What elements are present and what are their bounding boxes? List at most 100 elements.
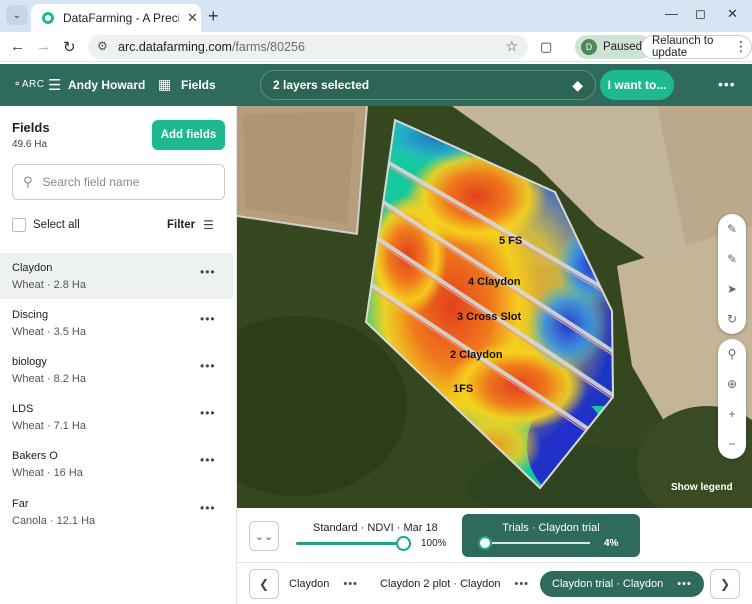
layer-panel: ⌄⌄ Standard · NDVI · Mar 18 100% Trials … [237, 508, 752, 563]
browser-tab-strip: ⌄ DataFarming - A Precision Agric ✕ + — … [0, 0, 752, 32]
url-path: /farms/80256 [231, 40, 305, 54]
trials-layer-card[interactable]: Trials · Claydon trial 4% [462, 514, 640, 557]
standard-opacity-track[interactable] [296, 542, 406, 545]
plot-label: 1FS [453, 383, 473, 395]
tab-close-icon[interactable]: ✕ [187, 10, 198, 26]
extensions-icon[interactable]: ▢ [540, 39, 552, 55]
app-window: { "browser": { "tab_title": "DataFarming… [0, 0, 752, 604]
zoom-search-icon[interactable]: ⚲ [718, 339, 746, 369]
plot-label: 3 Cross Slot [457, 311, 522, 323]
app-header: ⚬ARC ☰ Andy Howard ▦ Fields 2 layers sel… [0, 64, 752, 106]
map-canvas[interactable]: 5 FS 4 Claydon 3 Cross Slot 2 Claydon 1F… [237, 106, 752, 508]
plot-label: 2 Claydon [450, 349, 503, 361]
plot-label: 4 Claydon [468, 276, 521, 288]
trial-chip-options-icon[interactable]: ••• [514, 578, 529, 590]
select-all-checkbox[interactable]: Select all [12, 218, 80, 232]
field-row[interactable]: Far Canola · 12.1 Ha ••• [0, 489, 233, 535]
browser-menu-icon[interactable]: ⋮ [734, 38, 748, 55]
next-arrow-icon[interactable]: ❯ [710, 569, 740, 599]
browser-tab[interactable]: DataFarming - A Precision Agric ✕ [31, 4, 201, 32]
field-detail: Wheat · 7.1 Ha [12, 420, 86, 432]
app-logo[interactable]: ⚬ARC [13, 79, 45, 90]
ruler-icon[interactable]: ✎ [718, 244, 746, 274]
trial-chip-options-icon[interactable]: ••• [677, 578, 692, 590]
redo-icon[interactable]: ↻ [718, 304, 746, 334]
collapse-icon[interactable]: ⌄⌄ [249, 521, 279, 551]
trial-chip[interactable]: Claydon 2 plot · Claydon ••• [380, 571, 529, 597]
map-view[interactable]: 5 FS 4 Claydon 3 Cross Slot 2 Claydon 1F… [237, 106, 752, 508]
field-row[interactable]: Discing Wheat · 3.5 Ha ••• [0, 300, 233, 346]
field-options-icon[interactable]: ••• [200, 453, 216, 467]
trials-layer-label: Trials · Claydon trial [502, 522, 600, 534]
field-detail: Canola · 12.1 Ha [12, 515, 96, 527]
bookmark-star-icon[interactable]: ☆ [505, 38, 518, 55]
prev-arrow-icon[interactable]: ❮ [249, 569, 279, 599]
layers-label: 2 layers selected [273, 78, 370, 92]
browser-toolbar: ← → ↻ ⚙ arc.datafarming.com/farms/80256 … [0, 32, 752, 62]
trial-chip-label: Claydon trial · Claydon [552, 578, 664, 590]
pencil-icon[interactable]: ✎ [718, 214, 746, 244]
search-input[interactable]: ⚲ Search field name [12, 164, 225, 200]
site-info-icon[interactable]: ⚙ [97, 39, 108, 53]
sidebar-title: Fields [12, 120, 50, 135]
field-options-icon[interactable]: ••• [200, 312, 216, 326]
user-name[interactable]: Andy Howard [68, 78, 145, 92]
trial-chip-active[interactable]: Claydon trial · Claydon ••• [540, 571, 704, 597]
field-name: Claydon [12, 262, 53, 274]
trials-opacity-track[interactable] [482, 542, 590, 544]
sliders-icon: ☰ [203, 218, 214, 232]
field-row[interactable]: LDS Wheat · 7.1 Ha ••• [0, 394, 233, 440]
trial-chip[interactable]: Claydon ••• [289, 571, 358, 597]
trials-opacity-value: 4% [604, 538, 619, 549]
field-options-icon[interactable]: ••• [200, 501, 216, 515]
profile-avatar: D [581, 39, 597, 55]
trials-opacity-handle[interactable] [478, 536, 492, 550]
locate-icon[interactable]: ⊕ [718, 369, 746, 399]
tab-title: DataFarming - A Precision Agric [63, 11, 179, 25]
url-host: arc.datafarming.com [118, 40, 232, 54]
minimize-icon[interactable]: — [665, 6, 678, 21]
field-options-icon[interactable]: ••• [200, 265, 216, 279]
plot-label: 5 FS [499, 235, 522, 247]
reload-icon[interactable]: ↻ [63, 38, 76, 56]
layers-selector[interactable]: 2 layers selected ◆ [260, 70, 596, 100]
back-icon[interactable]: ← [10, 38, 25, 55]
field-detail: Wheat · 8.2 Ha [12, 373, 86, 385]
field-options-icon[interactable]: ••• [200, 406, 216, 420]
zoom-out-icon[interactable]: − [718, 429, 746, 459]
field-row[interactable]: biology Wheat · 8.2 Ha ••• [0, 347, 233, 393]
field-detail: Wheat · 2.8 Ha [12, 279, 86, 291]
field-name: Discing [12, 309, 49, 321]
field-options-icon[interactable]: ••• [200, 359, 216, 373]
tab-search-button[interactable]: ⌄ [6, 5, 28, 25]
logo-text: ARC [21, 79, 45, 90]
i-want-to-button[interactable]: I want to... [600, 70, 674, 100]
checkbox-icon[interactable] [12, 218, 26, 232]
field-row[interactable]: Bakers O Wheat · 16 Ha ••• [0, 441, 233, 487]
standard-opacity-value: 100% [421, 538, 447, 549]
address-bar[interactable]: ⚙ arc.datafarming.com/farms/80256 ☆ [88, 35, 528, 59]
show-legend-link[interactable]: Show legend [671, 482, 733, 493]
fields-sidebar: Fields 49.6 Ha Add fields ⚲ Search field… [0, 106, 237, 604]
zoom-in-icon[interactable]: + [718, 399, 746, 429]
field-detail: Wheat · 16 Ha [12, 467, 83, 479]
standard-opacity-handle[interactable] [396, 536, 411, 551]
trial-chip-label: Claydon [289, 578, 330, 590]
hamburger-menu-icon[interactable]: ☰ [48, 76, 61, 94]
trial-chip-label: Claydon 2 plot · Claydon [380, 578, 501, 590]
filter-label: Filter [167, 219, 196, 231]
add-fields-button[interactable]: Add fields [152, 120, 225, 150]
more-options-icon[interactable]: ••• [718, 76, 736, 92]
forward-icon[interactable]: → [36, 38, 51, 55]
fields-nav-link[interactable]: Fields [181, 78, 216, 92]
field-name: Far [12, 498, 29, 510]
pin-icon[interactable]: ➤ [718, 274, 746, 304]
new-tab-icon[interactable]: + [208, 6, 219, 27]
field-name: Bakers O [12, 450, 58, 462]
field-row[interactable]: Claydon Wheat · 2.8 Ha ••• [0, 253, 233, 299]
maximize-icon[interactable]: ◻ [695, 6, 706, 22]
search-icon: ⚲ [23, 174, 33, 189]
filter-button[interactable]: Filter ☰ [167, 218, 214, 232]
window-close-icon[interactable]: ✕ [727, 6, 738, 22]
trial-chip-options-icon[interactable]: ••• [343, 578, 358, 590]
